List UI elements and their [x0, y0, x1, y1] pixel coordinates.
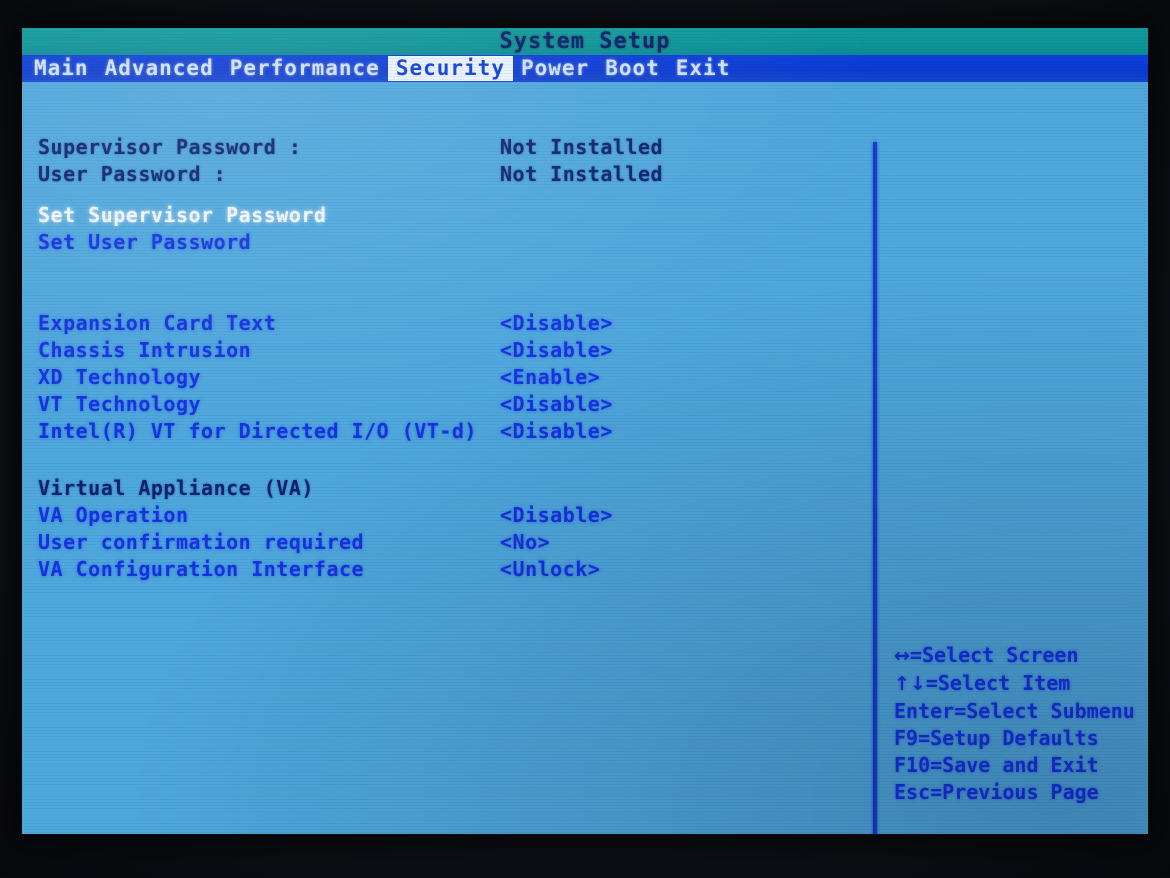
va-configuration-interface-label: VA Configuration Interface	[38, 557, 365, 581]
supervisor-password-label: Supervisor Password :	[38, 135, 302, 159]
va-operation-label: VA Operation	[38, 503, 189, 527]
set-supervisor-password-label[interactable]: Set Supervisor Password	[38, 202, 326, 229]
legend-select-submenu-text: =Select Submenu	[954, 699, 1135, 723]
menu-tab-advanced[interactable]: Advanced	[97, 56, 222, 81]
set-user-password-label[interactable]: Set User Password	[38, 229, 251, 256]
user-confirmation-required-value[interactable]: <No>	[500, 529, 550, 556]
left-right-arrow-icon: ↔	[894, 645, 910, 667]
legend-esc-key: Esc	[894, 780, 931, 804]
row-xd-technology[interactable]: XD Technology <Enable>	[38, 364, 858, 391]
chassis-intrusion-label: Chassis Intrusion	[38, 338, 252, 362]
xd-technology-label: XD Technology	[38, 365, 202, 389]
expansion-card-text-value[interactable]: <Disable>	[500, 310, 613, 337]
page-title: System Setup	[499, 29, 671, 54]
legend-setup-defaults: F9=Setup Defaults	[894, 725, 1138, 752]
legend-save-and-exit-text: =Save and Exit	[930, 753, 1099, 777]
user-password-label: User Password :	[38, 162, 227, 186]
up-down-arrow-icon: ↑↓	[894, 673, 926, 695]
menu-tab-performance[interactable]: Performance	[222, 56, 388, 81]
settings-list: Supervisor Password : Not Installed User…	[38, 134, 858, 583]
legend-enter-key: Enter	[894, 699, 955, 723]
row-supervisor-password-status: Supervisor Password : Not Installed	[38, 134, 858, 161]
supervisor-password-value: Not Installed	[500, 135, 664, 159]
row-virtual-appliance-heading: Virtual Appliance (VA)	[38, 475, 858, 502]
user-confirmation-required-label: User confirmation required	[38, 530, 365, 554]
row-user-password-status: User Password : Not Installed	[38, 161, 858, 188]
menu-tab-security[interactable]: Security	[387, 56, 513, 81]
row-set-supervisor-password[interactable]: Set Supervisor Password	[38, 202, 858, 229]
user-password-value: Not Installed	[500, 162, 664, 186]
legend-select-item-text: =Select Item	[925, 671, 1071, 695]
virtual-appliance-heading: Virtual Appliance (VA)	[38, 476, 314, 500]
panel-divider	[873, 142, 877, 834]
legend-previous-page-text: =Previous Page	[930, 780, 1099, 804]
title-bar: System Setup	[22, 28, 1148, 55]
legend-select-screen: ↔=Select Screen	[894, 642, 1138, 670]
vt-technology-label: VT Technology	[38, 392, 202, 416]
bios-screen: System Setup Main Advanced Performance S…	[22, 28, 1148, 834]
row-va-configuration-interface[interactable]: VA Configuration Interface <Unlock>	[38, 556, 858, 583]
legend-setup-defaults-text: =Setup Defaults	[918, 726, 1099, 750]
legend-f10-key: F10	[894, 753, 931, 777]
row-user-confirmation-required[interactable]: User confirmation required <No>	[38, 529, 858, 556]
menu-bar[interactable]: Main Advanced Performance Security Power…	[22, 55, 1148, 82]
menu-tab-boot[interactable]: Boot	[597, 56, 668, 81]
vt-for-directed-io-label: Intel(R) VT for Directed I/O (VT-d)	[38, 419, 477, 443]
row-chassis-intrusion[interactable]: Chassis Intrusion <Disable>	[38, 337, 858, 364]
vt-for-directed-io-value[interactable]: <Disable>	[500, 418, 613, 445]
row-set-user-password[interactable]: Set User Password	[38, 229, 858, 256]
vt-technology-value[interactable]: <Disable>	[500, 391, 613, 418]
legend-select-item: ↑↓=Select Item	[894, 670, 1138, 698]
legend-previous-page: Esc=Previous Page	[894, 779, 1138, 806]
chassis-intrusion-value[interactable]: <Disable>	[500, 337, 613, 364]
menu-tab-exit[interactable]: Exit	[668, 56, 739, 81]
va-operation-value[interactable]: <Disable>	[500, 502, 613, 529]
legend-save-and-exit: F10=Save and Exit	[894, 752, 1138, 779]
row-vt-technology[interactable]: VT Technology <Disable>	[38, 391, 858, 418]
legend-select-screen-text: =Select Screen	[909, 643, 1079, 667]
key-legend: ↔=Select Screen ↑↓=Select Item Enter=Sel…	[894, 642, 1138, 806]
legend-select-submenu: Enter=Select Submenu	[894, 698, 1138, 725]
expansion-card-text-label: Expansion Card Text	[38, 311, 277, 335]
row-vt-for-directed-io[interactable]: Intel(R) VT for Directed I/O (VT-d) <Dis…	[38, 418, 858, 445]
monitor-bezel: System Setup Main Advanced Performance S…	[0, 0, 1170, 878]
security-panel: Supervisor Password : Not Installed User…	[22, 82, 1148, 834]
legend-f9-key: F9	[894, 726, 919, 750]
row-expansion-card-text[interactable]: Expansion Card Text <Disable>	[38, 310, 858, 337]
menu-tab-power[interactable]: Power	[513, 56, 597, 81]
va-configuration-interface-value[interactable]: <Unlock>	[500, 556, 600, 583]
row-va-operation[interactable]: VA Operation <Disable>	[38, 502, 858, 529]
xd-technology-value[interactable]: <Enable>	[500, 364, 600, 391]
menu-tab-main[interactable]: Main	[26, 56, 97, 81]
